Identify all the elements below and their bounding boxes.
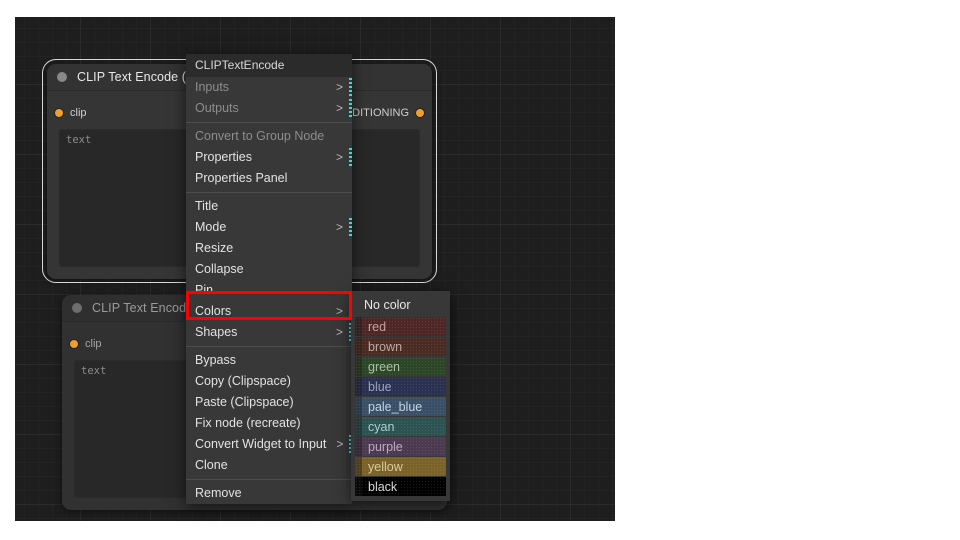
color-option-brown[interactable]: brown bbox=[355, 337, 446, 356]
chevron-right-icon: > bbox=[335, 150, 343, 164]
color-option-pale-blue[interactable]: pale_blue bbox=[355, 397, 446, 416]
color-option-label: yellow bbox=[368, 459, 403, 474]
input-slot-label: clip bbox=[70, 107, 87, 119]
color-swatch-icon bbox=[355, 437, 362, 456]
collapse-dot-icon[interactable] bbox=[57, 72, 67, 82]
menu-item-mode[interactable]: Mode > bbox=[186, 217, 352, 238]
color-swatch-icon bbox=[355, 337, 362, 356]
color-option-blue[interactable]: blue bbox=[355, 377, 446, 396]
input-slot-clip[interactable]: clip bbox=[70, 338, 102, 350]
menu-item-clone[interactable]: Clone bbox=[186, 455, 352, 476]
chevron-right-icon: > bbox=[335, 325, 343, 339]
color-option-red[interactable]: red bbox=[355, 317, 446, 336]
menu-item-label: Convert to Group Node bbox=[195, 129, 325, 143]
color-swatch-icon bbox=[355, 417, 362, 436]
menu-item-label: Bypass bbox=[195, 353, 236, 367]
input-dot-icon[interactable] bbox=[55, 109, 63, 117]
color-option-no-color[interactable]: No color bbox=[355, 295, 446, 314]
color-option-black[interactable]: black bbox=[355, 477, 446, 496]
color-swatch-icon bbox=[355, 377, 362, 396]
menu-item-label: Shapes bbox=[195, 325, 238, 339]
menu-separator bbox=[186, 346, 352, 347]
output-dot-icon[interactable] bbox=[416, 109, 424, 117]
chevron-right-icon: > bbox=[336, 437, 344, 451]
color-swatch-icon bbox=[355, 317, 362, 336]
submenu-marker-icon bbox=[349, 218, 352, 237]
menu-item-title[interactable]: Title bbox=[186, 196, 352, 217]
menu-item-label: Copy (Clipspace) bbox=[195, 374, 291, 388]
colors-submenu[interactable]: No color red brown green blue pale_bluecyan pu… bbox=[351, 291, 450, 501]
chevron-right-icon: > bbox=[335, 101, 343, 115]
color-swatch-icon bbox=[355, 357, 362, 376]
color-option-yellow[interactable]: yellow bbox=[355, 457, 446, 476]
color-option-green[interactable]: green bbox=[355, 357, 446, 376]
chevron-right-icon: > bbox=[335, 304, 343, 318]
menu-item-label: Clone bbox=[195, 458, 228, 472]
menu-item-label: Paste (Clipspace) bbox=[195, 395, 294, 409]
menu-item-inputs: Inputs > bbox=[186, 77, 352, 98]
color-swatch-icon bbox=[355, 457, 362, 476]
menu-item-properties-panel[interactable]: Properties Panel bbox=[186, 168, 352, 189]
menu-item-shapes[interactable]: Shapes > bbox=[186, 322, 352, 343]
menu-item-colors[interactable]: Colors > bbox=[186, 301, 352, 322]
color-option-cyan[interactable]: cyan bbox=[355, 417, 446, 436]
menu-item-outputs: Outputs > bbox=[186, 98, 352, 119]
menu-item-convert-widget-to-input[interactable]: Convert Widget to Input > bbox=[186, 434, 352, 455]
chevron-right-icon: > bbox=[335, 220, 343, 234]
node-context-menu[interactable]: CLIPTextEncode Inputs > Outputs > Convert to… bbox=[186, 54, 352, 504]
menu-item-paste-clipspace[interactable]: Paste (Clipspace) bbox=[186, 392, 352, 413]
menu-item-label: Convert Widget to Input bbox=[195, 437, 327, 451]
collapse-dot-icon[interactable] bbox=[72, 303, 82, 313]
input-slot-label: clip bbox=[85, 338, 102, 350]
submenu-marker-icon bbox=[349, 78, 352, 97]
menu-separator bbox=[186, 479, 352, 480]
chevron-right-icon: > bbox=[335, 80, 343, 94]
input-slot-clip[interactable]: clip bbox=[55, 107, 87, 119]
menu-item-label: Outputs bbox=[195, 101, 239, 115]
color-option-label: No color bbox=[364, 297, 411, 312]
screenshot-root: CLIP Text Encode (Prompt) clip CONDITION… bbox=[0, 0, 960, 540]
color-option-label: purple bbox=[368, 439, 403, 454]
colors-submenu-items: No color red brown green blue pale_bluecyan pu… bbox=[351, 295, 450, 496]
menu-item-collapse[interactable]: Collapse bbox=[186, 259, 352, 280]
menu-item-label: Properties Panel bbox=[195, 171, 288, 185]
menu-item-label: Resize bbox=[195, 241, 234, 255]
menu-item-bypass[interactable]: Bypass bbox=[186, 350, 352, 371]
menu-item-label: Colors bbox=[195, 304, 232, 318]
menu-item-remove[interactable]: Remove bbox=[186, 483, 352, 504]
menu-item-label: Inputs bbox=[195, 80, 230, 94]
color-option-purple[interactable]: purple bbox=[355, 437, 446, 456]
menu-item-pin[interactable]: Pin bbox=[186, 280, 352, 301]
color-option-label: brown bbox=[368, 339, 403, 354]
color-option-label: pale_blue bbox=[368, 399, 423, 414]
context-menu-items: Inputs > Outputs > Convert to Group Node Prop… bbox=[186, 77, 352, 504]
submenu-marker-icon bbox=[349, 99, 352, 118]
menu-item-fix-node-recreate[interactable]: Fix node (recreate) bbox=[186, 413, 352, 434]
menu-item-label: Mode bbox=[195, 220, 227, 234]
menu-item-label: Fix node (recreate) bbox=[195, 416, 301, 430]
color-swatch-icon bbox=[355, 397, 362, 416]
menu-item-properties[interactable]: Properties > bbox=[186, 147, 352, 168]
menu-item-label: Pin bbox=[195, 283, 214, 297]
context-menu-header: CLIPTextEncode bbox=[186, 54, 352, 77]
menu-item-label: Collapse bbox=[195, 262, 244, 276]
menu-item-copy-clipspace[interactable]: Copy (Clipspace) bbox=[186, 371, 352, 392]
menu-item-convert-to-group-node: Convert to Group Node bbox=[186, 126, 352, 147]
menu-item-label: Remove bbox=[195, 486, 242, 500]
menu-separator bbox=[186, 122, 352, 123]
submenu-marker-icon bbox=[349, 148, 352, 167]
input-dot-icon[interactable] bbox=[70, 340, 78, 348]
menu-item-label: Properties bbox=[195, 150, 252, 164]
menu-separator bbox=[186, 192, 352, 193]
color-swatch-icon bbox=[355, 477, 362, 496]
menu-item-label: Title bbox=[195, 199, 219, 213]
menu-item-resize[interactable]: Resize bbox=[186, 238, 352, 259]
